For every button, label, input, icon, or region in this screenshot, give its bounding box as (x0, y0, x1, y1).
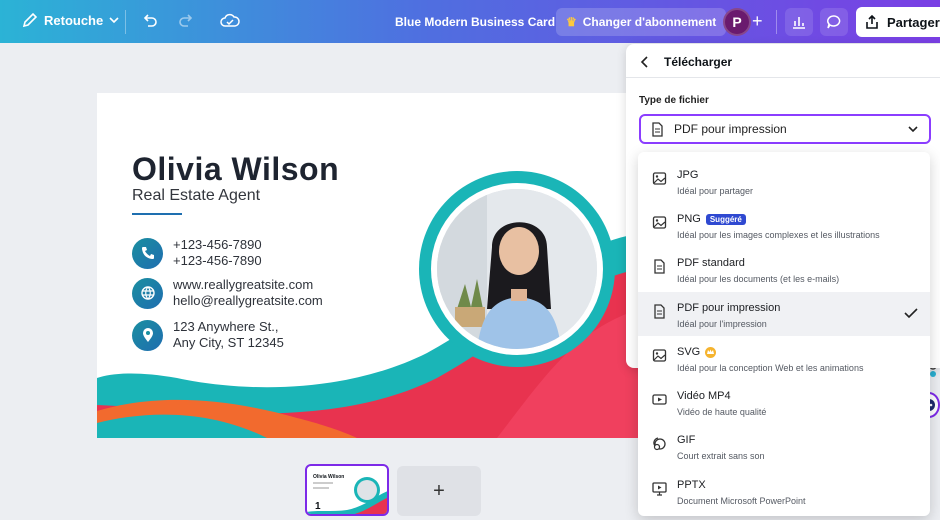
divider (125, 10, 126, 34)
retouche-menu-button[interactable]: Retouche (22, 12, 119, 28)
file-type-option-pdf-standard[interactable]: PDF standard Idéal pour les documents (et… (638, 247, 930, 291)
redo-button[interactable] (177, 12, 195, 30)
chevron-down-icon (109, 17, 119, 24)
option-title: PDF pour impression (677, 302, 781, 314)
phone-number-1: +123-456-7890 (173, 237, 262, 252)
document-icon (652, 121, 663, 137)
email-text: hello@reallygreatsite.com (173, 293, 323, 308)
file-type-option-jpg[interactable]: JPG Idéal pour partager (638, 159, 930, 203)
document-icon (652, 259, 667, 274)
chevron-down-icon (908, 126, 918, 133)
video-icon (652, 392, 667, 407)
document-title[interactable]: Blue Modern Business Card (395, 15, 555, 29)
crown-icon: ♛ (566, 15, 577, 29)
option-description: Idéal pour la conception Web et les anim… (677, 363, 864, 373)
website-text: www.reallygreatsite.com (173, 277, 314, 292)
image-icon (652, 171, 667, 186)
upgrade-button[interactable]: ♛ Changer d'abonnement (556, 8, 727, 36)
upgrade-label: Changer d'abonnement (582, 15, 717, 29)
undo-icon (143, 14, 157, 27)
address-row[interactable]: 123 Anywhere St., Any City, ST 12345 (132, 319, 284, 351)
globe-icon (132, 277, 163, 309)
location-pin-icon (132, 319, 163, 351)
profile-photo-frame[interactable] (419, 171, 615, 367)
option-description: Idéal pour partager (677, 186, 754, 196)
file-type-option-pptx[interactable]: PPTX Document Microsoft PowerPoint (638, 469, 930, 513)
option-title: Vidéo MP4 (677, 390, 731, 402)
comments-button[interactable] (820, 8, 848, 36)
phone-row[interactable]: +123-456-7890 +123-456-7890 (132, 237, 262, 269)
address-line-2: Any City, ST 12345 (173, 335, 284, 350)
business-card-canvas[interactable]: Olivia Wilson Real Estate Agent +123-456… (97, 93, 643, 438)
file-type-option-pdf-pour-impression[interactable]: PDF pour impression Idéal pour l'impressi… (638, 292, 930, 336)
gif-icon (652, 436, 667, 451)
option-title: PPTX (677, 479, 706, 491)
address-line-1: 123 Anywhere St., (173, 319, 279, 334)
back-chevron-icon[interactable] (640, 56, 650, 68)
option-description: Idéal pour l'impression (677, 319, 767, 329)
option-title: PNG (677, 213, 701, 225)
file-type-selected-value: PDF pour impression (674, 122, 787, 136)
image-icon (652, 348, 667, 363)
file-type-option-vid-o-mp4[interactable]: Vidéo MP4 Vidéo de haute qualité (638, 380, 930, 424)
option-description: Idéal pour les documents (et les e-mails… (677, 274, 840, 284)
insights-button[interactable] (785, 8, 813, 36)
cloud-check-icon (220, 13, 240, 27)
comment-icon (827, 15, 841, 29)
option-title: PDF standard (677, 257, 745, 269)
pencil-icon (22, 12, 38, 28)
retouche-label: Retouche (44, 12, 104, 28)
title-underline (132, 213, 182, 215)
avatar[interactable]: P (723, 8, 751, 36)
add-page-button[interactable]: + (397, 466, 481, 516)
save-status-button[interactable] (220, 12, 240, 30)
redo-icon (179, 14, 193, 27)
document-icon (652, 304, 667, 319)
phone-icon (132, 237, 163, 269)
option-title: JPG (677, 169, 699, 181)
divider (776, 10, 777, 34)
phone-number-2: +123-456-7890 (173, 253, 262, 268)
option-description: Document Microsoft PowerPoint (677, 496, 806, 506)
share-label: Partager (887, 14, 940, 30)
option-title: GIF (677, 434, 696, 446)
share-button[interactable]: Partager (856, 7, 940, 37)
web-row[interactable]: www.reallygreatsite.com hello@reallygrea… (132, 277, 323, 309)
card-role[interactable]: Real Estate Agent (132, 187, 260, 205)
invite-plus-icon[interactable]: + (752, 12, 763, 30)
checkmark-icon (904, 306, 918, 324)
top-bar: Retouche Blue Modern Business Card ♛ Cha… (0, 0, 940, 43)
share-upload-icon (866, 14, 878, 29)
presentation-icon (652, 481, 667, 496)
file-type-select[interactable]: PDF pour impression (639, 114, 931, 144)
pro-crown-icon (705, 346, 717, 358)
option-description: Vidéo de haute qualité (677, 407, 767, 417)
undo-button[interactable] (141, 12, 159, 30)
bar-chart-icon (793, 17, 805, 29)
file-type-label: Type de fichier (639, 95, 709, 106)
page-thumbnail-1[interactable]: Olivia Wilson 1 (305, 464, 389, 516)
image-icon (652, 215, 667, 230)
option-title: SVG (677, 346, 701, 358)
option-description: Idéal pour les images complexes et les i… (677, 230, 880, 240)
file-type-option-gif[interactable]: GIF Court extrait sans son (638, 424, 930, 468)
suggested-badge: Suggéré (705, 213, 746, 225)
panel-title: Télécharger (664, 55, 733, 69)
file-type-option-svg[interactable]: SVG Idéal pour la conception Web et les a… (638, 336, 930, 380)
file-type-dropdown: JPG Idéal pour partager PNG Suggéré Idéal po… (638, 152, 930, 516)
divider (626, 77, 940, 78)
profile-photo (437, 189, 597, 349)
page-number: 1 (315, 501, 321, 512)
option-description: Court extrait sans son (677, 451, 765, 461)
card-name[interactable]: Olivia Wilson (132, 151, 339, 188)
panel-header: Télécharger (640, 55, 732, 69)
file-type-option-png[interactable]: PNG Suggéré Idéal pour les images complexe… (638, 203, 930, 247)
